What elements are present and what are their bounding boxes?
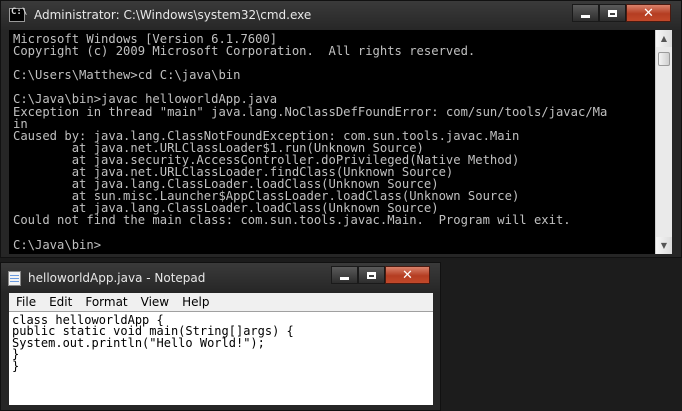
editor-text: class helloworldApp { public static void… (12, 313, 294, 373)
close-icon: ✕ (643, 5, 654, 21)
scrollbar-thumb[interactable] (658, 52, 670, 66)
cmd-titlebar[interactable]: C:\ Administrator: C:\Windows\system32\c… (1, 1, 681, 29)
menu-edit[interactable]: Edit (42, 293, 78, 311)
notepad-maximize-button[interactable] (358, 266, 385, 284)
notepad-window-controls: ✕ (331, 266, 430, 284)
cmd-minimize-button[interactable] (572, 4, 599, 22)
notepad-window-title: helloworldApp.java - Notepad (28, 271, 206, 285)
scroll-up-icon[interactable]: ▲ (656, 30, 672, 47)
cmd-window-title: Administrator: C:\Windows\system32\cmd.e… (34, 8, 312, 22)
console-text: Microsoft Windows [Version 6.1.7600] Cop… (13, 32, 608, 252)
notepad-text-area[interactable]: class helloworldApp { public static void… (9, 311, 433, 405)
menu-format[interactable]: Format (78, 293, 133, 311)
notepad-app-icon[interactable] (8, 271, 21, 286)
prompt-icon-glyph: C:\ (11, 7, 28, 17)
cmd-console-output[interactable]: Microsoft Windows [Version 6.1.7600] Cop… (9, 30, 655, 254)
cmd-window-controls: ✕ (572, 4, 671, 22)
notepad-menubar: File Edit Format View Help (9, 293, 433, 311)
cmd-close-button[interactable]: ✕ (626, 4, 671, 22)
menu-help[interactable]: Help (175, 293, 215, 311)
cmd-window: C:\ Administrator: C:\Windows\system32\c… (0, 0, 682, 258)
cmd-maximize-button[interactable] (599, 4, 626, 22)
cmd-vertical-scrollbar[interactable]: ▲ ▼ (655, 30, 672, 254)
notepad-window: helloworldApp.java - Notepad ✕ File Edit… (0, 262, 441, 411)
close-icon: ✕ (402, 267, 413, 283)
menu-view[interactable]: View (134, 293, 175, 311)
menu-file[interactable]: File (9, 293, 42, 311)
cmd-app-icon[interactable]: C:\ (9, 7, 28, 22)
scroll-down-icon[interactable]: ▼ (656, 237, 672, 254)
notepad-minimize-button[interactable] (331, 266, 358, 284)
maximize-icon (608, 9, 617, 17)
maximize-icon (367, 271, 376, 279)
minimize-icon (581, 14, 590, 18)
minimize-icon (340, 276, 349, 280)
notepad-titlebar[interactable]: helloworldApp.java - Notepad ✕ (1, 263, 681, 291)
notepad-close-button[interactable]: ✕ (385, 266, 430, 284)
